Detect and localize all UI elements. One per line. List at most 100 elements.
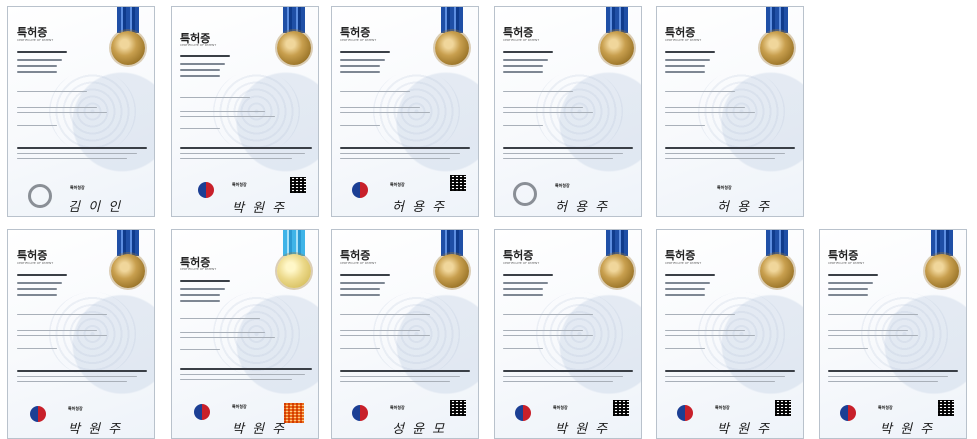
certificate-subtitle: CERTIFICATE OF PATENT <box>665 38 702 42</box>
text-line <box>180 63 225 65</box>
text-line <box>665 376 785 377</box>
signature: 박 원 주 <box>232 422 287 437</box>
text-line <box>503 376 623 377</box>
text-line <box>17 294 57 296</box>
text-line <box>340 65 380 67</box>
qr-code-icon <box>290 177 306 193</box>
ribbon-icon <box>766 230 788 256</box>
text-line <box>503 282 548 284</box>
patent-certificate-11[interactable]: 특허증 CERTIFICATE OF PATENT 특허청장 박 원 주 <box>819 229 967 439</box>
text-line <box>180 116 275 117</box>
patent-certificate-6[interactable]: 특허증 CERTIFICATE OF PATENT 특허청장 박 원 주 <box>7 229 155 439</box>
office-name: 특허청장 <box>390 405 405 410</box>
text-line <box>503 294 543 296</box>
text-line <box>503 107 583 108</box>
text-line <box>503 71 543 73</box>
text-line <box>828 370 958 372</box>
patent-certificate-8[interactable]: 특허증 CERTIFICATE OF PATENT 특허청장 성 윤 모 <box>331 229 479 439</box>
text-line <box>340 147 470 149</box>
patent-certificate-5[interactable]: 특허증 CERTIFICATE OF PATENT 특허청장 허 용 주 <box>656 6 804 217</box>
text-line <box>828 335 918 336</box>
certificate-subtitle: CERTIFICATE OF PATENT <box>17 261 54 265</box>
text-line <box>340 381 450 382</box>
patent-certificate-10[interactable]: 특허증 CERTIFICATE OF PATENT 특허청장 박 원 주 <box>656 229 804 439</box>
text-line <box>180 332 265 333</box>
ribbon-icon <box>931 230 953 256</box>
text-line <box>340 330 420 331</box>
text-line <box>665 112 755 113</box>
patent-certificate-4[interactable]: 특허증 CERTIFICATE OF PATENT 특허청장 허 용 주 <box>494 6 642 217</box>
ribbon-icon <box>117 230 139 256</box>
text-line <box>503 59 548 61</box>
text-line <box>503 112 593 113</box>
text-line <box>503 314 593 315</box>
text-line <box>180 379 292 380</box>
ribbon-icon <box>766 7 788 33</box>
text-line <box>17 147 147 149</box>
text-line <box>180 374 305 375</box>
gold-seal-icon <box>111 254 145 288</box>
gold-seal-icon <box>600 254 634 288</box>
text-line <box>17 91 87 92</box>
text-line <box>665 147 795 149</box>
text-line <box>180 368 312 370</box>
text-line <box>665 381 775 382</box>
text-line <box>340 370 470 372</box>
text-line <box>340 91 410 92</box>
text-line <box>17 71 57 73</box>
text-line <box>503 370 633 372</box>
text-line <box>180 337 275 338</box>
patent-certificate-9[interactable]: 특허증 CERTIFICATE OF PATENT 특허청장 박 원 주 <box>494 229 642 439</box>
text-line <box>17 274 67 276</box>
taegeuk-icon <box>840 405 856 421</box>
text-line <box>665 288 705 290</box>
qr-code-icon <box>450 175 466 191</box>
text-line <box>503 91 573 92</box>
text-line <box>180 111 265 112</box>
office-name: 특허청장 <box>878 405 893 410</box>
signature: 박 원 주 <box>717 422 772 437</box>
text-line <box>665 330 745 331</box>
text-line <box>503 153 623 154</box>
office-name: 특허청장 <box>715 405 730 410</box>
text-line <box>503 288 543 290</box>
text-line <box>665 370 795 372</box>
taegeuk-icon <box>352 405 368 421</box>
gold-seal-icon <box>111 31 145 65</box>
text-line <box>828 376 948 377</box>
gold-seal-icon <box>435 254 469 288</box>
text-line <box>340 71 380 73</box>
text-line <box>828 314 918 315</box>
text-line <box>665 107 745 108</box>
certificate-subtitle: CERTIFICATE OF PATENT <box>180 267 217 271</box>
signature: 박 원 주 <box>68 422 123 437</box>
patent-certificate-3[interactable]: 특허증 CERTIFICATE OF PATENT 특허청장 허 용 주 <box>331 6 479 217</box>
gold-seal-icon <box>760 31 794 65</box>
qr-code-icon <box>938 400 954 416</box>
text-line <box>17 335 107 336</box>
text-line <box>665 59 710 61</box>
text-line <box>503 125 543 126</box>
signature: 허 용 주 <box>555 200 610 215</box>
patent-certificate-7[interactable]: 특허증 CERTIFICATE OF PATENT 특허청장 박 원 주 <box>171 229 319 439</box>
text-line <box>665 51 715 53</box>
taegeuk-icon <box>198 182 214 198</box>
text-line <box>17 158 127 159</box>
patent-certificate-1[interactable]: 특허증 CERTIFICATE OF PATENT 특허청장 김 이 인 <box>7 6 155 217</box>
patent-certificate-2[interactable]: 특허증 CERTIFICATE OF PATENT 특허청장 박 원 주 <box>171 6 319 217</box>
ribbon-icon <box>441 7 463 33</box>
gold-seal-icon <box>277 254 311 288</box>
office-name: 특허청장 <box>232 182 247 187</box>
text-line <box>17 59 62 61</box>
text-line <box>665 91 735 92</box>
text-line <box>340 274 390 276</box>
signature: 허 용 주 <box>392 200 447 215</box>
text-line <box>340 314 430 315</box>
taegeuk-icon <box>352 182 368 198</box>
qr-code-icon <box>450 400 466 416</box>
text-line <box>340 158 450 159</box>
text-line <box>828 282 873 284</box>
signature: 김 이 인 <box>68 200 123 215</box>
text-line <box>828 294 868 296</box>
text-line <box>503 330 583 331</box>
